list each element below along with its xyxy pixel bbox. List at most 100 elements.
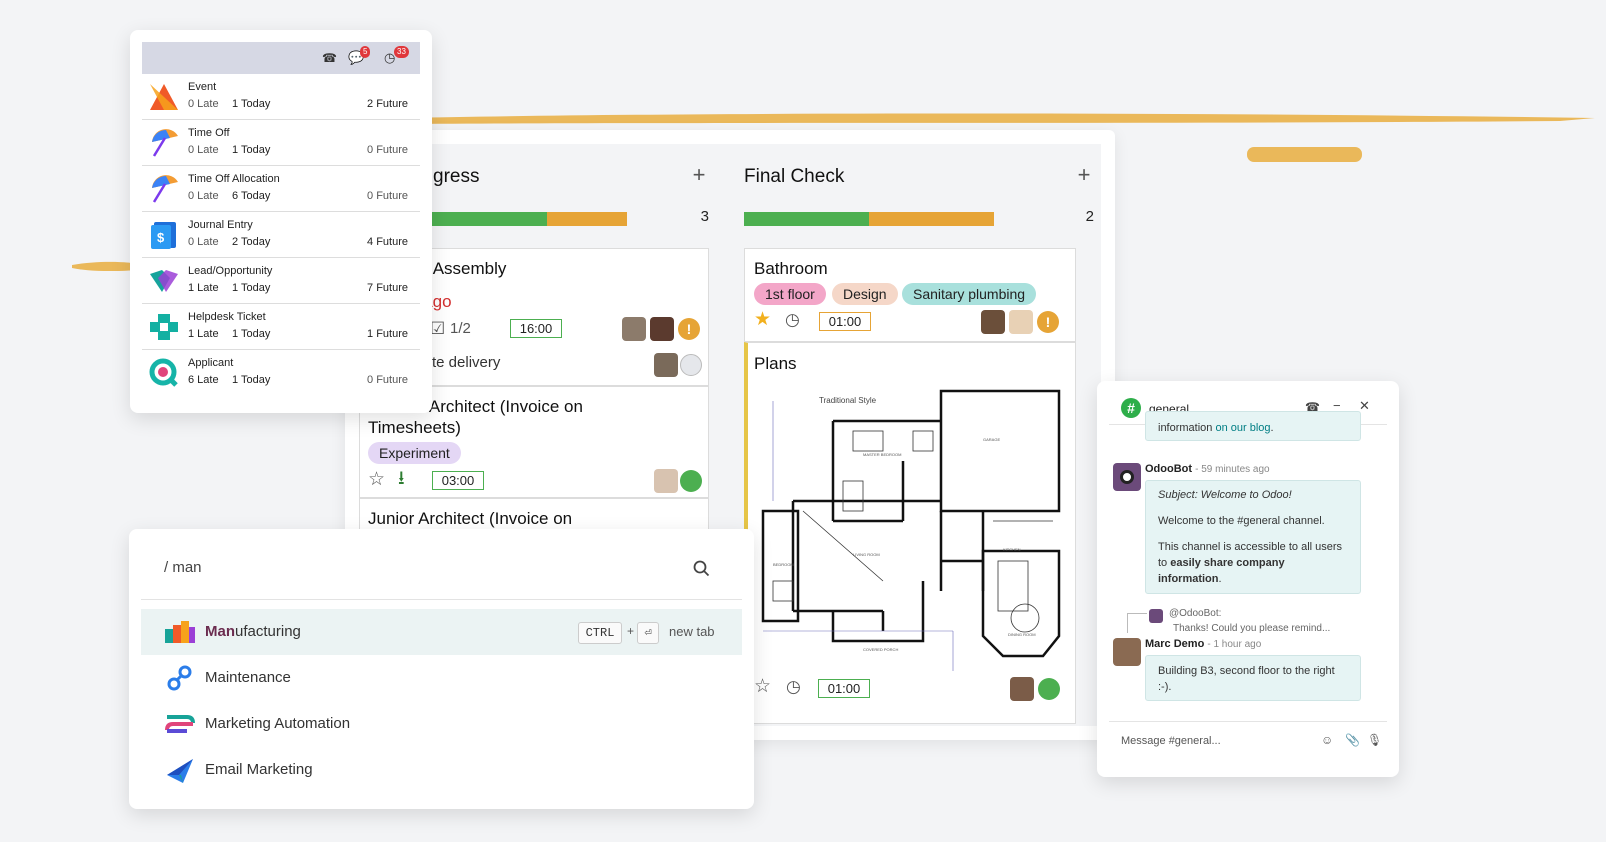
activity-row-event[interactable]: Event 0 Late 1 Today 2 Future [142,74,420,120]
channel-hash-icon: # [1121,398,1141,418]
late-count[interactable]: 6 Late [188,374,219,386]
activity-row-time-off-allocation[interactable]: Time Off Allocation 0 Late 6 Today 0 Fut… [142,166,420,212]
add-card-button[interactable]: + [1074,162,1094,188]
time-box[interactable]: 16:00 [510,319,562,338]
checklist-icon: ☑ [430,319,446,338]
future-count[interactable]: 0 Future [367,190,408,202]
kanban-card[interactable]: Bathroom 1st floor Design Sanitary plumb… [744,248,1076,342]
emoji-icon[interactable]: ☺ [1321,733,1333,747]
command-item-maintenance[interactable]: Maintenance [141,655,742,701]
label-rest: ufacturing [235,623,301,640]
avatar[interactable] [1009,310,1033,334]
umbrella-icon [152,175,178,203]
command-item-email-marketing[interactable]: Email Marketing [141,747,742,793]
avatar[interactable] [981,310,1005,334]
future-count[interactable]: 1 Future [367,328,408,340]
chat-icon[interactable]: 💬 5 [348,46,371,66]
avatar[interactable] [650,317,674,341]
status-dot-grey[interactable] [680,354,702,376]
reply-connector [1127,613,1147,633]
today-count[interactable]: 2 Today [232,236,270,248]
plan-label: Traditional Style [819,396,877,405]
command-item-manufacturing[interactable]: Manufacturing CTRL + ⏎ new tab [141,609,742,655]
time-box[interactable]: 01:00 [818,679,870,698]
late-count[interactable]: 0 Late [188,236,219,248]
avatar[interactable] [654,353,678,377]
activity-name: Event [188,81,217,93]
activity-name: Helpdesk Ticket [188,311,266,323]
late-count[interactable]: 0 Late [188,190,219,202]
clock-icon[interactable]: ◷ 33 [384,46,409,66]
late-count[interactable]: 1 Late [188,328,219,340]
message-bubble-partial: information on our blog. [1145,411,1361,441]
phone-icon[interactable]: ☎ [322,51,337,65]
add-card-button[interactable]: + [689,162,709,188]
activity-row-time-off[interactable]: Time Off 0 Late 1 Today 0 Future [142,120,420,166]
status-dot-green[interactable] [680,470,702,492]
today-count[interactable]: 1 Today [232,374,270,386]
status-dot-green[interactable] [1038,678,1060,700]
star-icon[interactable]: ☆ [368,470,385,490]
today-count[interactable]: 1 Today [232,144,270,156]
card-note: te delivery [432,354,501,371]
blog-link[interactable]: on our blog [1215,422,1270,434]
future-count[interactable]: 7 Future [367,282,408,294]
today-count[interactable]: 1 Today [232,328,270,340]
kanban-card[interactable]: Plans Traditional Style GARAGE MASTER BE… [744,342,1076,724]
column-title: Final Check [744,166,845,187]
today-count[interactable]: 1 Today [232,282,270,294]
future-count[interactable]: 4 Future [367,236,408,248]
star-icon[interactable]: ☆ [754,677,771,697]
late-count[interactable]: 0 Late [188,144,219,156]
command-item-marketing-automation[interactable]: Marketing Automation [141,701,742,747]
microphone-icon[interactable]: 🎙 [1367,733,1382,747]
late-count[interactable]: 0 Late [188,98,219,110]
time-box[interactable]: 01:00 [819,312,871,331]
activity-name: Time Off [188,127,230,139]
kbd-ctrl: CTRL [578,622,622,644]
avatar[interactable] [654,469,678,493]
message-bubble: Subject: Welcome to Odoo! Welcome to the… [1145,480,1361,594]
clock-icon[interactable]: ◷ [785,310,800,330]
activity-row-helpdesk-ticket[interactable]: Helpdesk Ticket 1 Late 1 Today 1 Future [142,304,420,350]
activity-name: Applicant [188,357,234,369]
command-palette: / man Manufacturing CTRL + ⏎ new tab Mai… [129,529,754,809]
late-count[interactable]: 1 Late [188,282,219,294]
today-count[interactable]: 6 Today [232,190,270,202]
svg-text:KITCHEN: KITCHEN [1003,547,1021,552]
column-title: gress [433,166,480,187]
message-input[interactable]: Message #general... [1121,735,1221,747]
activity-row-lead-opportunity[interactable]: Lead/Opportunity 1 Late 1 Today 7 Future [142,258,420,304]
activity-topbar: ☎ 💬 5 ◷ 33 [142,42,420,74]
warning-status-icon[interactable]: ! [1037,311,1059,333]
future-count[interactable]: 0 Future [367,144,408,156]
upload-icon[interactable]: ⭳ [398,469,405,489]
today-count[interactable]: 1 Today [232,98,270,110]
star-filled-icon[interactable]: ★ [754,310,771,330]
card-title: Bathroom [754,259,828,278]
search-icon[interactable] [693,560,710,577]
clock-icon[interactable]: ◷ [786,677,801,697]
avatar[interactable] [622,317,646,341]
shortcut-hint: new tab [669,624,715,639]
future-count[interactable]: 0 Future [367,374,408,386]
tag-design: Design [832,283,898,305]
search-input[interactable]: / man [164,559,202,576]
divider [141,599,742,600]
avatar[interactable] [1113,638,1141,666]
attachment-icon[interactable]: 📎 [1345,733,1360,747]
svg-text:GARAGE: GARAGE [983,437,1000,442]
svg-text:MASTER BEDROOM: MASTER BEDROOM [863,452,901,457]
reply-text[interactable]: Thanks! Could you please remind... [1173,623,1330,634]
activity-row-journal-entry[interactable]: $ Journal Entry 0 Late 2 Today 4 Future [142,212,420,258]
card-title: Plans [754,354,797,373]
activity-row-applicant[interactable]: Applicant 6 Late 1 Today 0 Future [142,350,420,396]
composer: Message #general... ☺ 📎 🎙 [1109,721,1387,761]
time-box[interactable]: 03:00 [432,471,484,490]
warning-status-icon[interactable]: ! [678,318,700,340]
odoobot-avatar[interactable] [1113,463,1141,491]
progress-bar[interactable] [744,212,994,226]
future-count[interactable]: 2 Future [367,98,408,110]
avatar[interactable] [1010,677,1034,701]
tag-experiment: Experiment [368,442,461,464]
